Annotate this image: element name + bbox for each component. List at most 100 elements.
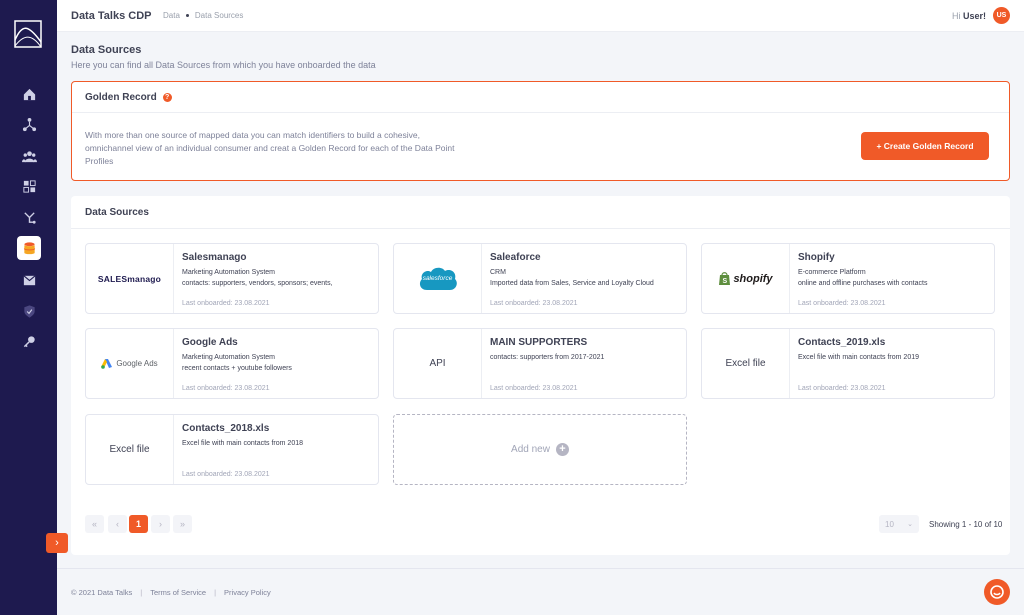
page-subtitle: Here you can find all Data Sources from …: [71, 60, 376, 70]
last-onboarded: Last onboarded: 23.08.2021: [182, 385, 270, 392]
last-onboarded: Last onboarded: 23.08.2021: [798, 300, 886, 307]
google-ads-logo-text: Google Ads: [116, 359, 158, 368]
source-type: Marketing Automation System: [182, 269, 275, 276]
create-golden-record-button[interactable]: + Create Golden Record: [861, 132, 989, 160]
chat-button[interactable]: [984, 579, 1010, 605]
sidebar-expand-button[interactable]: ›: [46, 533, 68, 553]
per-page-select[interactable]: 10 ⌄: [879, 515, 919, 533]
golden-record-description: With more than one source of mapped data…: [85, 130, 455, 166]
source-card-main-supporters[interactable]: API MAIN SUPPORTERS contacts: supporters…: [393, 328, 687, 399]
breadcrumb: Data Data Sources: [163, 11, 243, 20]
pagination-summary: Showing 1 - 10 of 10: [929, 520, 1003, 529]
mail-icon[interactable]: [17, 268, 41, 292]
flow-icon[interactable]: [17, 205, 41, 229]
source-card-contacts-2018[interactable]: Excel file Contacts_2018.xls Excel file …: [85, 414, 379, 485]
salesmanago-logo-text: SALESmanago: [97, 273, 162, 284]
chevron-down-icon: ⌄: [907, 521, 913, 528]
source-card-contacts-2019[interactable]: Excel file Contacts_2019.xls Excel file …: [701, 328, 995, 399]
chevron-right-icon: ›: [55, 537, 59, 549]
data-sources-title: Data Sources: [85, 206, 149, 218]
shield-icon[interactable]: [17, 299, 41, 323]
home-icon[interactable]: [17, 82, 41, 106]
source-description: online and offline purchases with contac…: [798, 280, 928, 287]
top-bar: Data Talks CDP Data Data Sources Hi User…: [57, 0, 1024, 32]
add-new-source-button[interactable]: Add new +: [393, 414, 687, 485]
golden-record-title: Golden Record: [85, 91, 157, 103]
shopify-bag-icon: S: [719, 272, 731, 285]
segments-icon[interactable]: [17, 174, 41, 198]
pagination-first-button[interactable]: «: [85, 515, 104, 533]
terms-link[interactable]: Terms of Service: [150, 588, 206, 597]
chat-icon: [990, 585, 1004, 599]
last-onboarded: Last onboarded: 23.08.2021: [490, 300, 578, 307]
sidebar: [0, 0, 57, 615]
source-card-salesmanago[interactable]: SALESmanago Salesmanago Marketing Automa…: [85, 243, 379, 314]
shopify-logo: S shopify: [702, 244, 790, 313]
source-type: Excel file with main contacts from 2019: [798, 354, 919, 361]
user-name: User!: [962, 10, 986, 21]
source-name: Saleaforce: [490, 252, 541, 263]
google-ads-logo: Google Ads: [86, 329, 174, 398]
source-type: Marketing Automation System: [182, 354, 275, 361]
database-icon[interactable]: [17, 236, 41, 260]
last-onboarded: Last onboarded: 23.08.2021: [798, 385, 886, 392]
add-new-label: Add new: [511, 444, 550, 455]
data-sources-panel: Data Sources SALESmanago Salesmanago Mar…: [71, 196, 1010, 555]
excel-logo-text: Excel file: [725, 358, 766, 369]
source-name: Shopify: [798, 252, 835, 263]
excel-logo-text: Excel file: [109, 444, 150, 455]
source-name: MAIN SUPPORTERS: [490, 337, 588, 348]
source-type: E-commerce Platform: [798, 269, 866, 276]
source-type: CRM: [490, 269, 506, 276]
app-logo-icon[interactable]: [14, 20, 42, 48]
user-greeting: Hi User!: [951, 10, 986, 21]
excel-logo: Excel file: [86, 415, 174, 484]
source-card-shopify[interactable]: S shopify Shopify E-commerce Platform on…: [701, 243, 995, 314]
pagination-next-button[interactable]: ›: [151, 515, 170, 533]
copyright: © 2021 Data Talks: [71, 588, 133, 597]
pagination-last-button[interactable]: »: [173, 515, 192, 533]
page-title: Data Sources: [71, 44, 142, 56]
salesforce-logo-text: salesforce: [422, 274, 453, 282]
footer-separator: |: [214, 588, 217, 597]
user-menu[interactable]: Hi User! US: [952, 7, 1010, 24]
footer-separator: |: [140, 588, 143, 597]
pagination-prev-button[interactable]: ‹: [108, 515, 127, 533]
source-type: contacts: supporters from 2017-2021: [490, 354, 605, 361]
source-description: Imported data from Sales, Service and Lo…: [490, 280, 654, 287]
network-icon[interactable]: [17, 112, 41, 136]
source-card-google-ads[interactable]: Google Ads Google Ads Marketing Automati…: [85, 328, 379, 399]
salesforce-cloud-icon: salesforce: [417, 264, 459, 294]
last-onboarded: Last onboarded: 23.08.2021: [490, 385, 578, 392]
last-onboarded: Last onboarded: 23.08.2021: [182, 300, 270, 307]
source-type: Excel file with main contacts from 2018: [182, 440, 303, 447]
api-logo-text: API: [429, 358, 446, 369]
per-page-value: 10: [885, 519, 894, 529]
source-name: Google Ads: [182, 337, 238, 348]
breadcrumb-data[interactable]: Data: [163, 11, 180, 20]
breadcrumb-separator: [185, 14, 189, 17]
source-name: Contacts_2019.xls: [798, 337, 886, 348]
google-ads-icon: [101, 358, 113, 369]
privacy-link[interactable]: Privacy Policy: [224, 588, 271, 597]
source-name: Salesmanago: [182, 252, 247, 263]
breadcrumb-data-sources[interactable]: Data Sources: [195, 11, 243, 20]
source-card-salesforce[interactable]: salesforce Saleaforce CRM Imported data …: [393, 243, 687, 314]
source-name: Contacts_2018.xls: [182, 423, 270, 434]
key-icon[interactable]: [17, 329, 41, 353]
help-icon[interactable]: ?: [162, 92, 172, 102]
excel-logo: Excel file: [702, 329, 790, 398]
plus-circle-icon: +: [555, 443, 569, 456]
golden-record-panel: Golden Record ? With more than one sourc…: [71, 81, 1010, 181]
salesmanago-logo: SALESmanago: [86, 244, 174, 313]
pagination-page-1[interactable]: 1: [129, 515, 148, 533]
source-description: recent contacts + youtube followers: [182, 365, 292, 372]
users-icon[interactable]: [17, 144, 41, 168]
avatar[interactable]: US: [993, 7, 1010, 24]
source-description: contacts: supporters, vendors, sponsors;…: [182, 280, 333, 287]
svg-text:S: S: [723, 278, 728, 285]
footer: © 2021 Data Talks | Terms of Service | P…: [57, 568, 1024, 615]
app-title: Data Talks CDP: [71, 10, 152, 22]
salesforce-logo: salesforce: [394, 244, 482, 313]
api-logo: API: [394, 329, 482, 398]
